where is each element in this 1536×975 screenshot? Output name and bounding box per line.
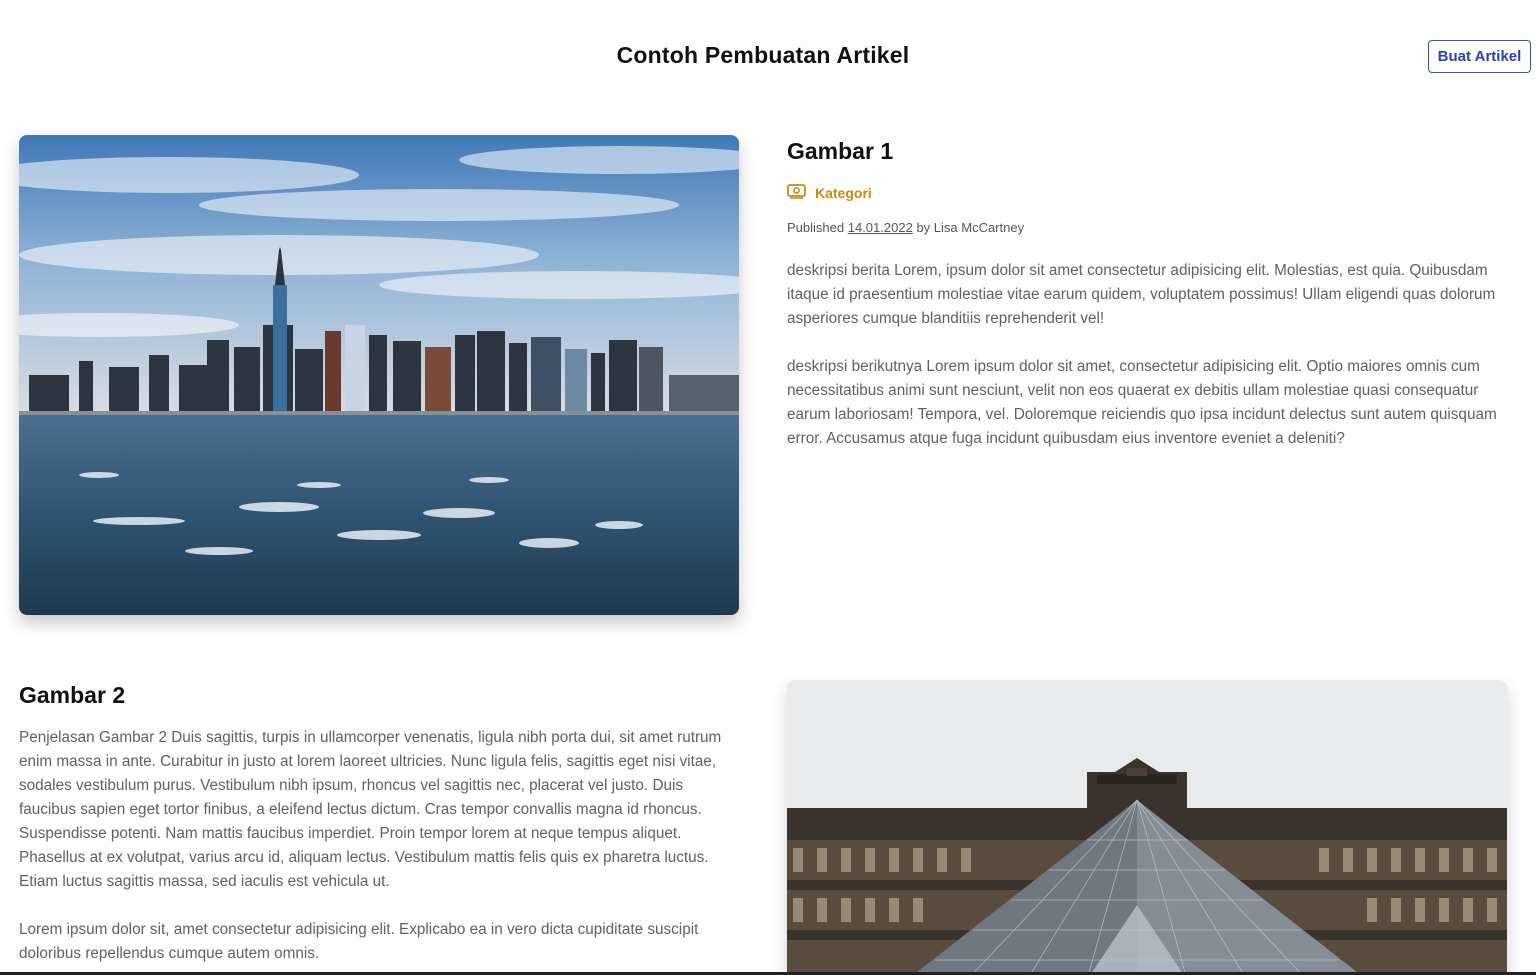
ticket-icon [787, 183, 806, 202]
article-page: Contoh Pembuatan Artikel Buat Artikel Ga… [0, 0, 1536, 975]
author-label: by Lisa McCartney [916, 220, 1025, 235]
create-article-button[interactable]: Buat Artikel [1428, 40, 1531, 73]
article-1-paragraph-1: deskripsi berita Lorem, ipsum dolor sit … [787, 262, 1496, 327]
publish-date-link[interactable]: 14.01.2022 [848, 220, 913, 235]
article-1-category[interactable]: Kategori [787, 183, 1507, 202]
article-2-paragraph-1: Penjelasan Gambar 2 Duis sagittis, turpi… [19, 729, 722, 890]
article-1-title: Gambar 1 [787, 138, 894, 164]
article-1-meta: Published 14.01.2022 by Lisa McCartney [787, 220, 1507, 235]
published-label: Published [787, 220, 845, 235]
louvre-pyramid-photo [787, 680, 1507, 975]
category-label: Kategori [815, 184, 872, 201]
article-2: Gambar 2 Penjelasan Gambar 2 Duis sagitt… [19, 682, 741, 966]
article-2-title: Gambar 2 [19, 682, 126, 708]
article-1-image [19, 135, 739, 615]
article-2-paragraph-2: Lorem ipsum dolor sit, amet consectetur … [19, 921, 699, 962]
city-skyline-photo [19, 135, 739, 615]
article-2-image [787, 680, 1507, 975]
page-title: Contoh Pembuatan Artikel [616, 42, 910, 68]
article-1: Gambar 1 Kategori Published 14.01.2022 b… [787, 138, 1507, 451]
article-1-paragraph-2: deskripsi berikutnya Lorem ipsum dolor s… [787, 358, 1497, 447]
